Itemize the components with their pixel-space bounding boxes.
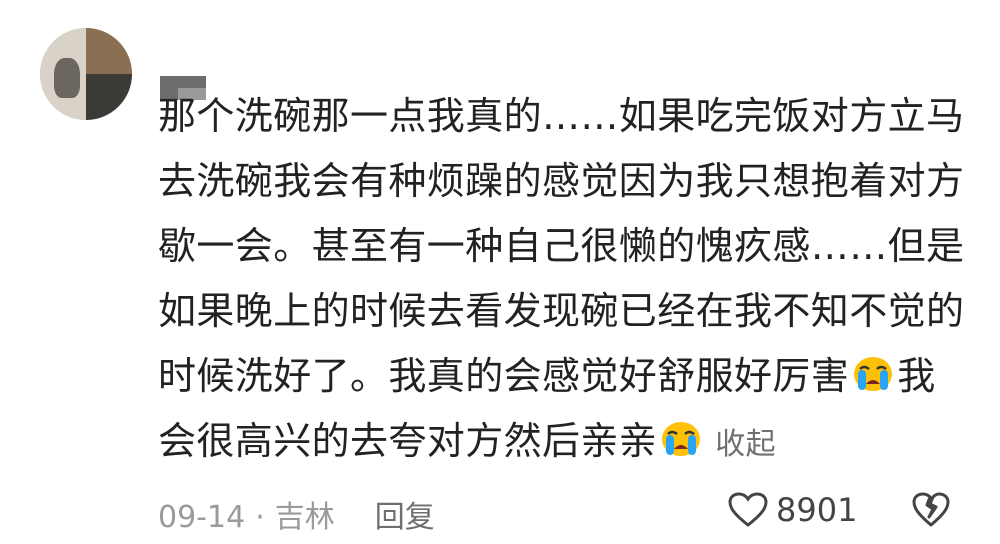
comment-line: 去洗碗我会有种烦躁的感觉因为我只想抱着对方	[158, 159, 965, 203]
comment-line: 会很高兴的去夸对方然后亲亲	[158, 419, 658, 463]
crying-face-emoji-icon	[854, 357, 893, 391]
comment-location: 吉林	[274, 500, 335, 535]
comment-line-with-emoji: 时候洗好了。我真的会感觉好舒服好厉害 我	[158, 344, 958, 409]
broken-heart-icon[interactable]	[912, 492, 950, 528]
avatar-pixel-block	[86, 28, 132, 74]
like-count: 8901	[776, 491, 858, 529]
comment-line: 如果晚上的时候去看发现碗已经在我不知不觉的	[158, 289, 965, 333]
comment-line: 歇一会。甚至有一种自己很懒的愧疚感……但是	[158, 224, 965, 268]
comment-line-with-emoji: 会很高兴的去夸对方然后亲亲 收起	[158, 409, 958, 477]
comment-line: 我	[897, 354, 936, 398]
comment-meta: 09-14 · 吉林 回复	[158, 492, 435, 536]
comment-line: 时候洗好了。我真的会感觉好舒服好厉害	[158, 354, 850, 398]
like-button[interactable]: 8901	[728, 490, 857, 530]
crying-face-emoji-icon	[662, 422, 701, 456]
comment-text: 那个洗碗那一点我真的……如果吃完饭对方立马 去洗碗我会有种烦躁的感觉因为我只想抱…	[158, 84, 965, 477]
heart-outline-icon	[728, 492, 768, 527]
collapse-button[interactable]: 收起	[715, 427, 776, 462]
reply-button[interactable]: 回复	[375, 500, 435, 535]
avatar-pixel-block	[86, 74, 132, 120]
meta-separator: ·	[255, 500, 265, 535]
user-avatar[interactable]	[40, 28, 132, 120]
comment-date: 09-14	[158, 500, 246, 535]
avatar-pixel-block	[54, 58, 80, 98]
comment-line: 那个洗碗那一点我真的……如果吃完饭对方立马	[158, 94, 965, 138]
